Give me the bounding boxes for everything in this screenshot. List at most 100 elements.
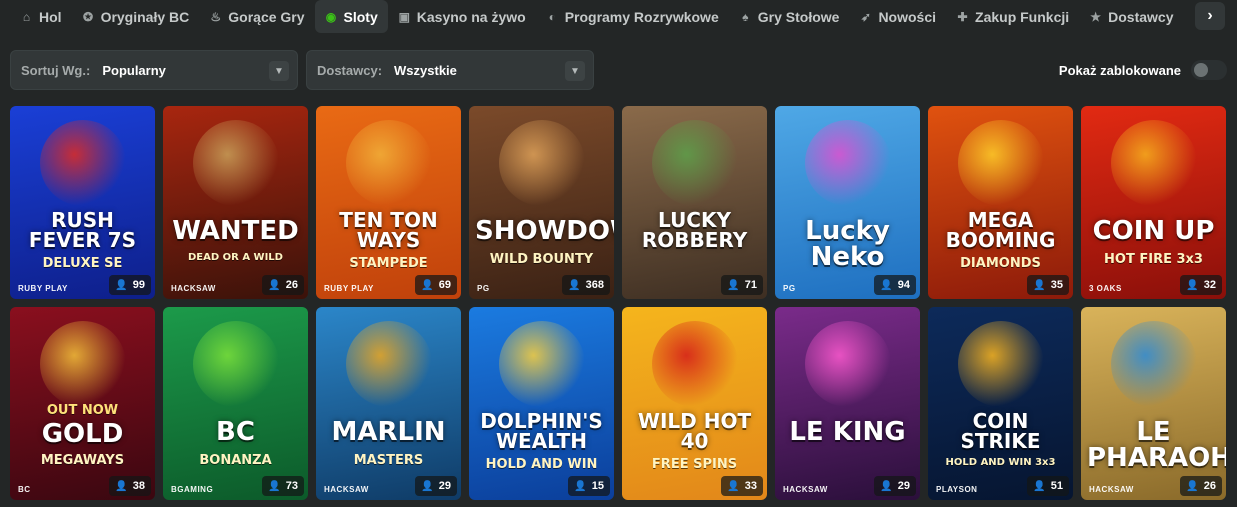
player-count-badge: 👤 32 [1180, 275, 1222, 295]
show-blocked-toggle[interactable] [1191, 60, 1227, 80]
player-count: 29 [438, 480, 451, 492]
game-artwork [958, 321, 1044, 407]
game-subtitle: MASTERS [353, 453, 424, 468]
player-count-badge: 👤 99 [109, 275, 151, 295]
game-card[interactable]: RUSH FEVER 7S DELUXE SE RUBY PLAY 👤 99 [10, 106, 155, 299]
game-card[interactable]: TEN TON WAYS STAMPEDE RUBY PLAY 👤 69 [316, 106, 461, 299]
provider-select[interactable]: Dostawcy: Wszystkie ▼ [306, 50, 594, 90]
chevron-down-icon[interactable]: ▼ [565, 61, 585, 81]
tab-table-games[interactable]: ♠ Gry Stołowe [729, 0, 850, 33]
player-count: 73 [285, 480, 298, 492]
tab-label: Zakup Funkcji [975, 8, 1070, 25]
game-card[interactable]: COIN UP HOT FIRE 3x3 3 OAKS 👤 32 [1081, 106, 1226, 299]
slots-icon: ◉ [325, 9, 337, 24]
tab-label: Kasyno na żywo [416, 8, 526, 25]
game-artwork [652, 321, 738, 407]
game-title: SHOWDOWN [475, 216, 614, 246]
user-icon: 👤 [880, 480, 893, 492]
game-card[interactable]: WANTED DEAD OR A WILD HACKSAW 👤 26 [163, 106, 308, 299]
game-artwork [1111, 321, 1197, 407]
game-title: WANTED [172, 216, 299, 246]
live-casino-icon: ▣ [398, 9, 410, 24]
game-subtitle: MEGAWAYS [40, 453, 125, 468]
game-card[interactable]: MARLIN MASTERS HACKSAW 👤 29 [316, 307, 461, 500]
game-artwork [805, 321, 891, 407]
game-subtitle: DELUXE SE [42, 256, 123, 271]
user-icon: 👤 [880, 279, 893, 291]
tab-slots[interactable]: ◉ Sloty [314, 0, 388, 33]
player-count-badge: 👤 15 [568, 476, 610, 496]
user-icon: 👤 [1033, 279, 1046, 291]
tab-game-shows[interactable]: ◐ Programy Rozrywkowe [536, 0, 729, 33]
tab-rocket[interactable]: ➶ Nowości [849, 0, 946, 33]
tab-label: Sloty [343, 8, 378, 25]
user-icon: 👤 [574, 480, 587, 492]
provider-logo: BGAMING [171, 485, 214, 494]
game-artwork [346, 321, 432, 407]
player-count-badge: 👤 51 [1027, 476, 1069, 496]
tab-label: Programy Rozrywkowe [564, 8, 719, 25]
provider-logo: 3 OAKS [1089, 284, 1122, 293]
game-artwork [1111, 120, 1197, 206]
game-card[interactable]: Lucky Neko PG 👤 94 [775, 106, 920, 299]
bc-originals-icon: ✪ [83, 9, 94, 24]
provider-logo: PG [477, 284, 490, 293]
player-count: 38 [132, 480, 145, 492]
tab-feature-buy[interactable]: ✚ Zakup Funkcji [946, 0, 1079, 33]
game-artwork [193, 120, 279, 206]
nav-next-button[interactable]: › [1195, 2, 1225, 30]
game-card[interactable]: DOLPHIN'S WEALTH HOLD AND WIN 👤 15 [469, 307, 614, 500]
game-title: LE KING [789, 417, 906, 447]
tab-star[interactable]: ★ Dostawcy [1079, 0, 1183, 33]
game-subtitle: HOLD AND WIN [485, 457, 598, 472]
tab-live-casino[interactable]: ▣ Kasyno na żywo [388, 0, 536, 33]
game-title: MARLIN [331, 417, 446, 447]
provider-logo: PG [783, 284, 796, 293]
player-count-badge: 👤 26 [262, 275, 304, 295]
game-card[interactable]: SHOWDOWN WILD BOUNTY PG 👤 368 [469, 106, 614, 299]
game-card[interactable]: LE KING HACKSAW 👤 29 [775, 307, 920, 500]
game-title: BC [216, 417, 255, 447]
game-artwork [193, 321, 279, 407]
filter-bar: Sortuj Wg.: Popularny ▼ Dostawcy: Wszyst… [10, 50, 1227, 90]
game-card[interactable]: MEGA BOOMING DIAMONDS 👤 35 [928, 106, 1073, 299]
game-title: WILD HOT 40 [637, 409, 752, 453]
flame-icon: ♨ [210, 9, 222, 24]
show-blocked-label: Pokaż zablokowane [1058, 62, 1181, 78]
game-card[interactable]: OUT NOW GOLD MEGAWAYS BC 👤 38 [10, 307, 155, 500]
tab-flame[interactable]: ♨ Gorące Gry [199, 0, 314, 33]
game-artwork [499, 120, 585, 206]
provider-logo: HACKSAW [783, 485, 828, 494]
tab-home[interactable]: ⌂ Hol [10, 0, 72, 33]
show-blocked-control: Pokaż zablokowane [1059, 50, 1227, 90]
game-title: DOLPHIN'S WEALTH [480, 409, 603, 453]
game-card[interactable]: BC BONANZA BGAMING 👤 73 [163, 307, 308, 500]
player-count: 35 [1050, 279, 1063, 291]
game-artwork [346, 120, 432, 206]
user-icon: 👤 [1033, 480, 1046, 492]
star-icon: ★ [1090, 9, 1102, 24]
user-icon: 👤 [421, 279, 434, 291]
tab-bc-originals[interactable]: ✪ Oryginały BC [72, 0, 200, 33]
player-count: 71 [744, 279, 757, 291]
game-title: GOLD [41, 419, 124, 449]
game-title: TEN TON WAYS [339, 208, 438, 252]
game-title: COIN STRIKE [960, 409, 1041, 453]
player-count-badge: 👤 73 [262, 476, 304, 496]
feature-buy-icon: ✚ [957, 9, 968, 24]
game-title: COIN UP [1092, 216, 1215, 246]
game-subtitle: DIAMONDS [960, 256, 1041, 271]
chevron-right-icon: › [1207, 7, 1213, 24]
game-card[interactable]: WILD HOT 40 FREE SPINS 👤 33 [622, 307, 767, 500]
game-artwork [958, 120, 1044, 206]
chevron-down-icon[interactable]: ▼ [269, 61, 289, 81]
sort-label: Sortuj Wg.: [21, 62, 91, 78]
player-count: 29 [897, 480, 910, 492]
game-card[interactable]: COIN STRIKE HOLD AND WIN 3x3 PLAYSON 👤 51 [928, 307, 1073, 500]
category-nav: ⌂ Hol ✪ Oryginały BC ♨ Gorące Gry ◉ Sloty ▣ Kasyn… [0, 0, 1237, 33]
game-card[interactable]: LUCKY ROBBERY 👤 71 [622, 106, 767, 299]
game-subtitle: FREE SPINS [651, 457, 738, 472]
game-artwork [805, 120, 891, 206]
game-card[interactable]: LE PHARAOH HACKSAW 👤 26 [1081, 307, 1226, 500]
sort-select[interactable]: Sortuj Wg.: Popularny ▼ [10, 50, 298, 90]
